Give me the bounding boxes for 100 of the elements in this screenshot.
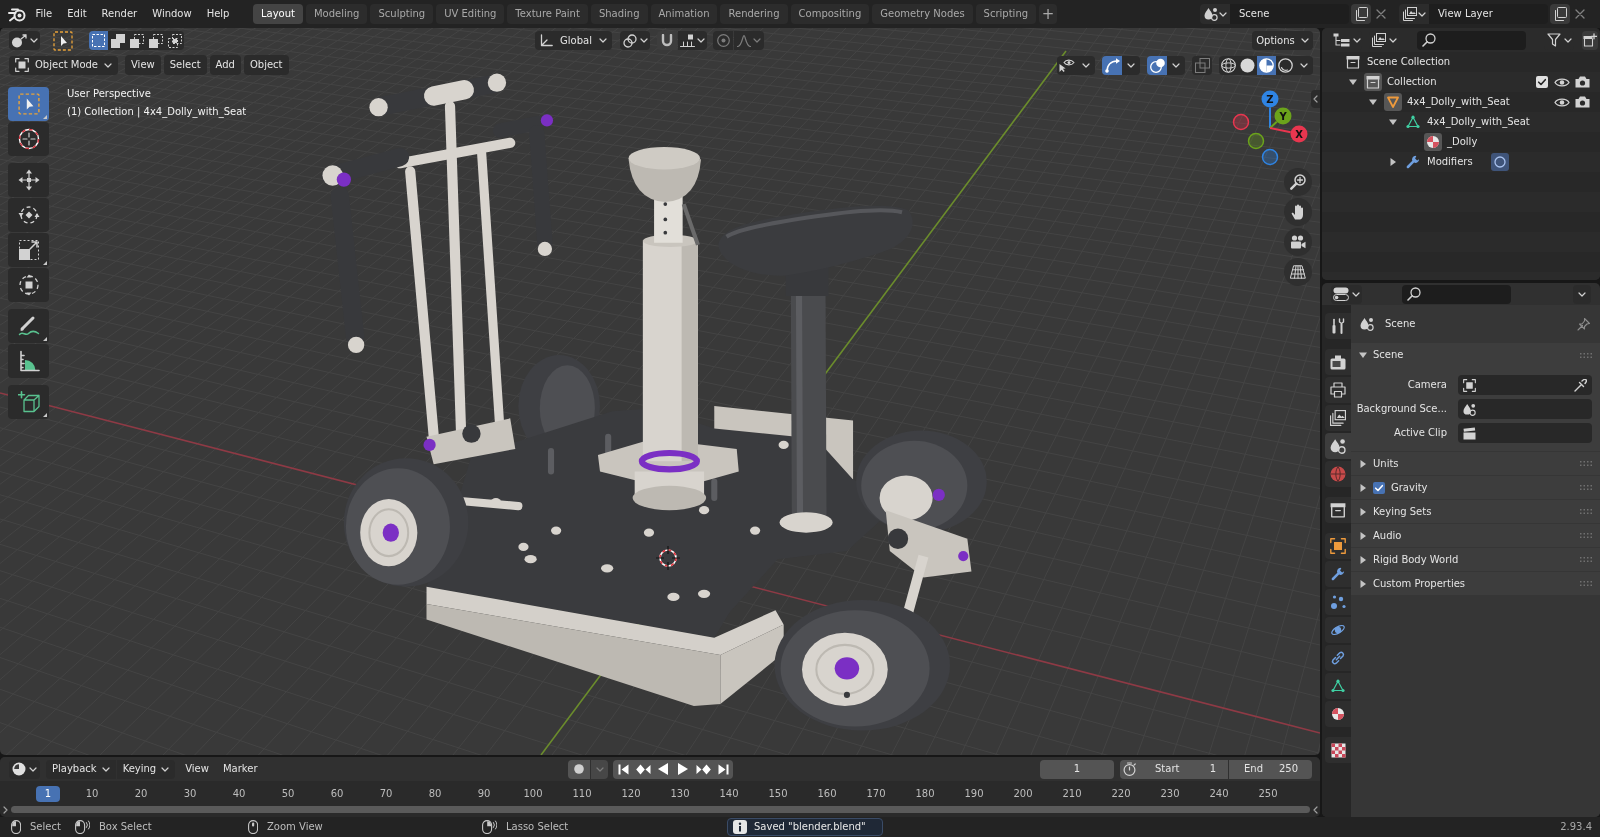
- scene-field[interactable]: [1458, 399, 1592, 419]
- axis-handle[interactable]: [1274, 107, 1292, 125]
- clip-field[interactable]: [1458, 423, 1592, 443]
- properties-tab[interactable]: [1325, 617, 1351, 643]
- proportional-editing-toggle[interactable]: [713, 31, 733, 50]
- timeline-scrollbar[interactable]: [11, 806, 1310, 813]
- menu-item[interactable]: Object: [243, 55, 289, 75]
- properties-tab[interactable]: [1325, 737, 1351, 763]
- tool-button[interactable]: [8, 233, 49, 267]
- workspace-tab[interactable]: Geometry Nodes: [872, 4, 973, 24]
- properties-tab[interactable]: [1325, 405, 1351, 431]
- camera-view-button[interactable]: [1284, 228, 1312, 256]
- snap-toggle[interactable]: [657, 31, 677, 50]
- selection-mode-button[interactable]: [127, 31, 146, 50]
- panel-header[interactable]: Audio: [1351, 524, 1600, 547]
- outliner-item[interactable]: Modifiers: [1427, 156, 1473, 168]
- workspace-tab[interactable]: Compositing: [790, 4, 870, 24]
- tool-button[interactable]: [8, 309, 49, 343]
- auto-keying-button[interactable]: [568, 759, 590, 779]
- falloff-dropdown[interactable]: [734, 31, 764, 50]
- menu-item[interactable]: Help: [199, 4, 237, 24]
- tool-button[interactable]: [8, 163, 49, 197]
- view-layer-name-field[interactable]: View Layer: [1429, 4, 1548, 24]
- negative-axis-handle[interactable]: [1232, 113, 1250, 131]
- disclosure-triangle-icon[interactable]: [1369, 98, 1377, 106]
- tool-button[interactable]: [8, 122, 49, 156]
- end-frame-field[interactable]: End 250: [1229, 759, 1312, 779]
- workspace-tab[interactable]: Texture Paint: [507, 4, 588, 24]
- selection-mode-button[interactable]: [108, 31, 127, 50]
- menu-item[interactable]: File: [28, 4, 60, 24]
- negative-axis-handle[interactable]: [1247, 132, 1265, 150]
- outliner-item[interactable]: Collection: [1387, 76, 1437, 88]
- panel-header[interactable]: Units: [1351, 452, 1600, 475]
- menu-item[interactable]: View: [125, 55, 161, 75]
- properties-tab[interactable]: [1325, 701, 1351, 727]
- dropdown-button[interactable]: [1573, 284, 1591, 304]
- properties-tab[interactable]: [1325, 561, 1351, 587]
- properties-tab[interactable]: [1325, 533, 1351, 559]
- disclosure-triangle-icon[interactable]: [1359, 507, 1367, 516]
- editor-type-button[interactable]: [9, 31, 40, 50]
- outliner-item[interactable]: Scene Collection: [1367, 56, 1451, 68]
- object-field[interactable]: [1458, 375, 1592, 395]
- panel-header[interactable]: Custom Properties: [1351, 572, 1600, 595]
- axis-handle[interactable]: [1290, 125, 1308, 143]
- menu-item[interactable]: Render: [94, 4, 145, 24]
- disclosure-triangle-icon[interactable]: [1359, 459, 1367, 468]
- scene-selector-button[interactable]: [1200, 4, 1230, 24]
- axis-handle[interactable]: [1261, 90, 1279, 108]
- tool-button[interactable]: [8, 385, 49, 419]
- editor-type-button[interactable]: [1331, 284, 1362, 304]
- pan-button[interactable]: [1284, 198, 1312, 226]
- workspace-tab[interactable]: UV Editing: [436, 4, 505, 24]
- start-frame-field[interactable]: Start 1: [1139, 759, 1228, 779]
- shading-mode-button[interactable]: [1219, 55, 1238, 75]
- negative-axis-handle[interactable]: [1261, 148, 1279, 166]
- scene-name-field[interactable]: Scene: [1230, 4, 1349, 24]
- dropdown-menu[interactable]: Playback: [46, 759, 116, 779]
- dropdown-menu[interactable]: Keying: [116, 759, 176, 779]
- menu-item[interactable]: Window: [144, 4, 200, 24]
- checkbox[interactable]: [1536, 76, 1548, 88]
- menu-item[interactable]: Select: [163, 55, 207, 75]
- shading-mode-button[interactable]: [1276, 55, 1295, 75]
- tool-button[interactable]: [8, 344, 49, 378]
- tool-button[interactable]: [8, 198, 49, 232]
- disclosure-triangle-icon[interactable]: [1359, 555, 1367, 564]
- panel-header[interactable]: Keying Sets: [1351, 500, 1600, 523]
- eye-icon[interactable]: [1554, 96, 1570, 108]
- current-frame-field[interactable]: 1: [1040, 759, 1114, 779]
- workspace-tab[interactable]: Animation: [650, 4, 718, 24]
- sidebar-toggle[interactable]: [1311, 90, 1320, 108]
- panel-header[interactable]: Rigid Body World: [1351, 548, 1600, 571]
- add-workspace-button[interactable]: +: [1039, 4, 1058, 24]
- panel-header[interactable]: Scene: [1351, 343, 1600, 367]
- outliner-item[interactable]: 4x4_Dolly_with_Seat: [1427, 116, 1530, 128]
- properties-tab[interactable]: [1325, 589, 1351, 615]
- disclosure-triangle-icon[interactable]: [1389, 118, 1397, 126]
- preview-range-toggle[interactable]: [1120, 759, 1139, 779]
- search-field[interactable]: [1402, 284, 1511, 304]
- selection-mode-button[interactable]: [165, 31, 184, 50]
- options-dropdown[interactable]: Options: [1252, 31, 1313, 50]
- workspace-tab[interactable]: Modeling: [305, 4, 368, 24]
- properties-tab[interactable]: [1325, 645, 1351, 671]
- copy-button[interactable]: [1351, 4, 1371, 24]
- menu-item[interactable]: Edit: [59, 4, 95, 24]
- menu-item[interactable]: View: [178, 759, 216, 779]
- outliner-item[interactable]: 4x4_Dolly_with_Seat: [1407, 96, 1510, 108]
- shading-mode-button[interactable]: [1257, 55, 1276, 75]
- disclosure-triangle-icon[interactable]: [1349, 78, 1357, 86]
- copy-button[interactable]: [1550, 4, 1570, 24]
- workspace-tab[interactable]: Layout: [252, 4, 303, 24]
- properties-tab[interactable]: [1325, 313, 1351, 339]
- disclosure-triangle-icon[interactable]: [1359, 531, 1367, 540]
- snap-target-dropdown[interactable]: [678, 31, 707, 50]
- pivot-point-dropdown[interactable]: [620, 31, 650, 50]
- eye-icon[interactable]: [1554, 76, 1570, 88]
- camera-icon[interactable]: [1574, 96, 1590, 108]
- properties-tab[interactable]: [1325, 349, 1351, 375]
- gizmos-toggle[interactable]: [1102, 55, 1122, 75]
- xray-toggle[interactable]: [1192, 55, 1212, 75]
- shading-mode-button[interactable]: [1238, 55, 1257, 75]
